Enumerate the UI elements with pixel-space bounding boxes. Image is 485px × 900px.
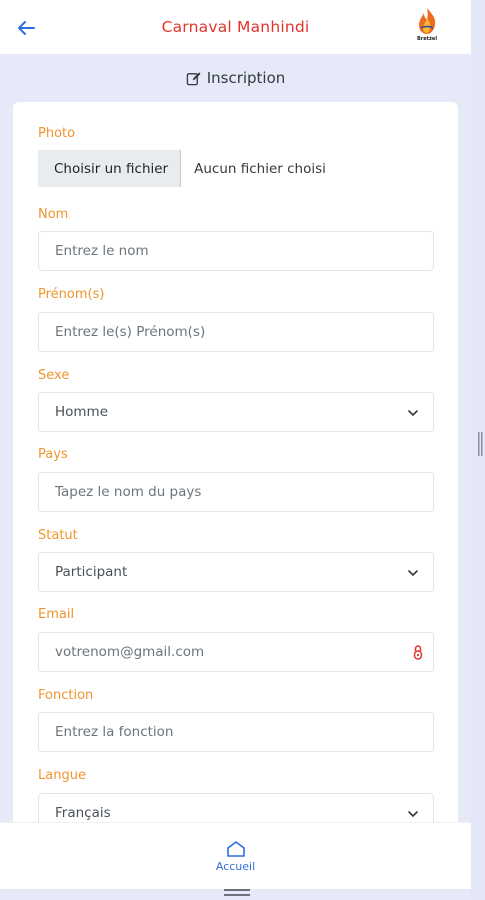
pays-input[interactable]: Tapez le nom du pays [38,472,434,512]
sexe-label: Sexe [38,368,70,383]
prenoms-input[interactable]: Entrez le(s) Prénom(s) [38,312,434,352]
email-placeholder: votrenom@gmail.com [55,644,205,660]
section-header: Inscription [0,60,471,96]
home-indicator [224,889,250,896]
nav-home-label[interactable]: Accueil [216,860,255,873]
app-title: Carnaval Manhindi [161,18,310,36]
email-label: Email [38,607,75,622]
statut-label: Statut [38,528,78,543]
sexe-value: Homme [55,404,109,420]
nom-input[interactable]: Entrez le nom [38,231,434,271]
flame-logo-icon [419,8,436,34]
fonction-label: Fonction [38,688,94,703]
password-manager-icon[interactable] [411,643,425,661]
pays-label: Pays [38,447,68,462]
app-screen: Carnaval Manhindi Bretzel Inscription Ph… [0,0,471,900]
langue-value: Français [55,805,111,821]
edit-icon [186,71,201,85]
prenoms-placeholder: Entrez le(s) Prénom(s) [55,324,206,340]
bottom-nav: Accueil [0,822,471,889]
pays-placeholder: Tapez le nom du pays [55,484,202,500]
back-arrow-icon[interactable] [14,16,38,40]
statut-select[interactable]: Participant [38,552,434,592]
statut-value: Participant [55,564,128,580]
fonction-placeholder: Entrez la fonction [55,724,174,740]
home-icon[interactable] [226,840,246,858]
prenoms-label: Prénom(s) [38,287,105,302]
logo-text: Bretzel [416,36,438,42]
top-app-bar: Carnaval Manhindi Bretzel [0,0,471,54]
langue-label: Langue [38,768,86,783]
photo-file-input[interactable]: Choisir un fichier Aucun fichier choisi [38,150,326,187]
nom-label: Nom [38,207,69,222]
chevron-down-icon [408,410,418,416]
photo-label: Photo [38,126,76,141]
fonction-input[interactable]: Entrez la fonction [38,712,434,752]
nom-placeholder: Entrez le nom [55,243,149,259]
sexe-select[interactable]: Homme [38,392,434,432]
chevron-down-icon [408,811,418,817]
choose-file-button[interactable]: Choisir un fichier [38,150,182,187]
email-input[interactable]: votrenom@gmail.com [38,632,434,672]
file-status-text: Aucun fichier choisi [194,160,326,177]
chevron-down-icon [408,570,418,576]
section-title: Inscription [206,69,286,87]
scrollbar-grip[interactable] [478,432,483,456]
app-logo: Bretzel [410,6,444,50]
